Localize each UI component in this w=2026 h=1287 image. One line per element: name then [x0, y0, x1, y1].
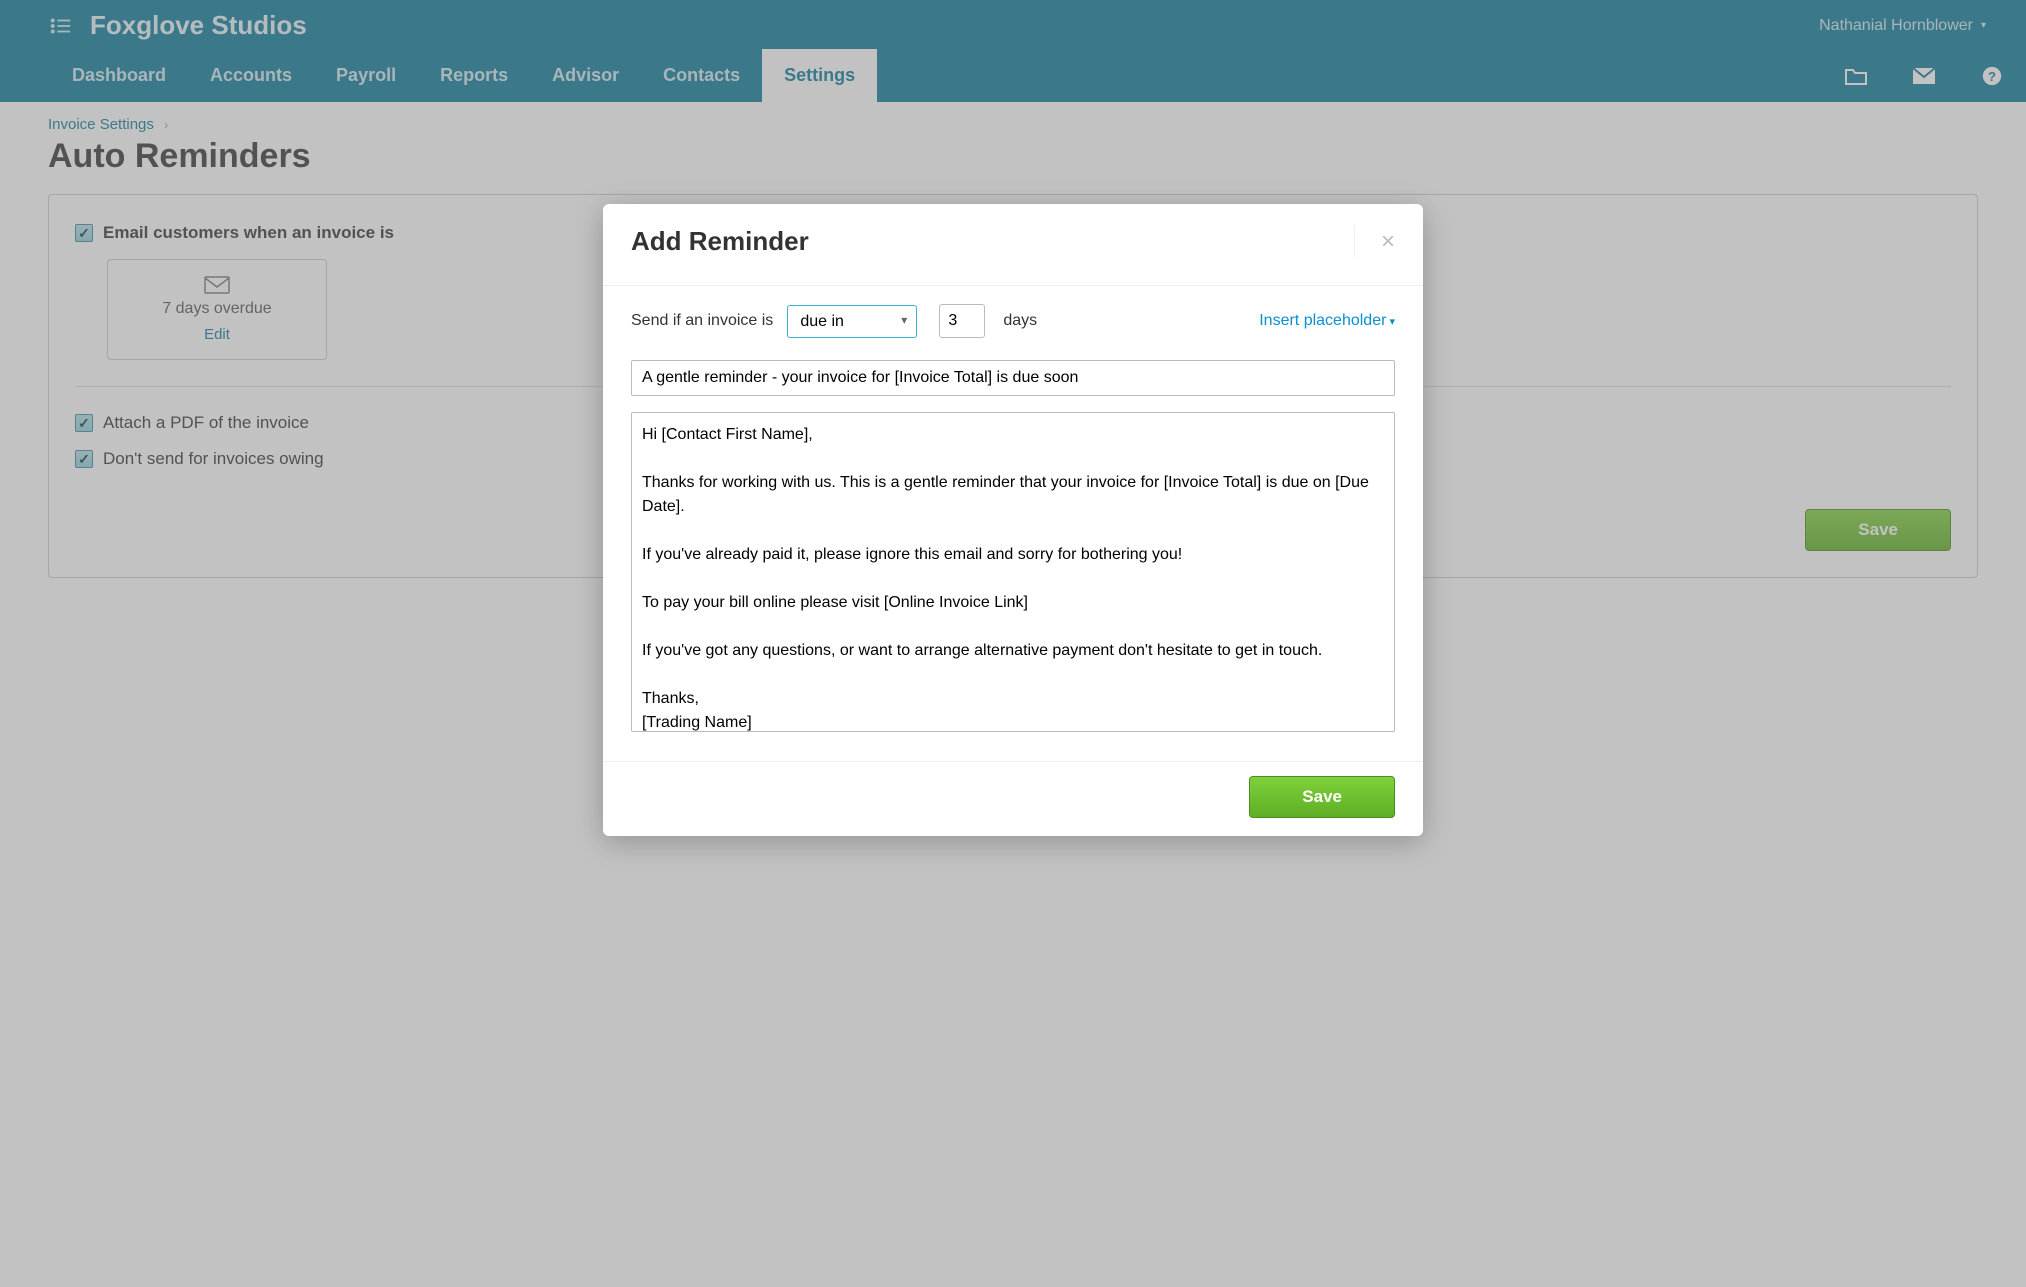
modal-title: Add Reminder: [631, 226, 809, 257]
send-if-label: Send if an invoice is: [631, 312, 773, 330]
due-select[interactable]: due in: [787, 305, 917, 338]
add-reminder-modal: Add Reminder × Send if an invoice is due…: [603, 204, 1423, 836]
days-input[interactable]: [939, 304, 985, 338]
subject-input[interactable]: [631, 360, 1395, 396]
modal-save-button[interactable]: Save: [1249, 776, 1395, 818]
close-icon[interactable]: ×: [1354, 226, 1395, 257]
insert-placeholder-link[interactable]: Insert placeholder: [1259, 312, 1395, 330]
body-textarea[interactable]: [631, 412, 1395, 732]
days-label: days: [1003, 312, 1037, 330]
